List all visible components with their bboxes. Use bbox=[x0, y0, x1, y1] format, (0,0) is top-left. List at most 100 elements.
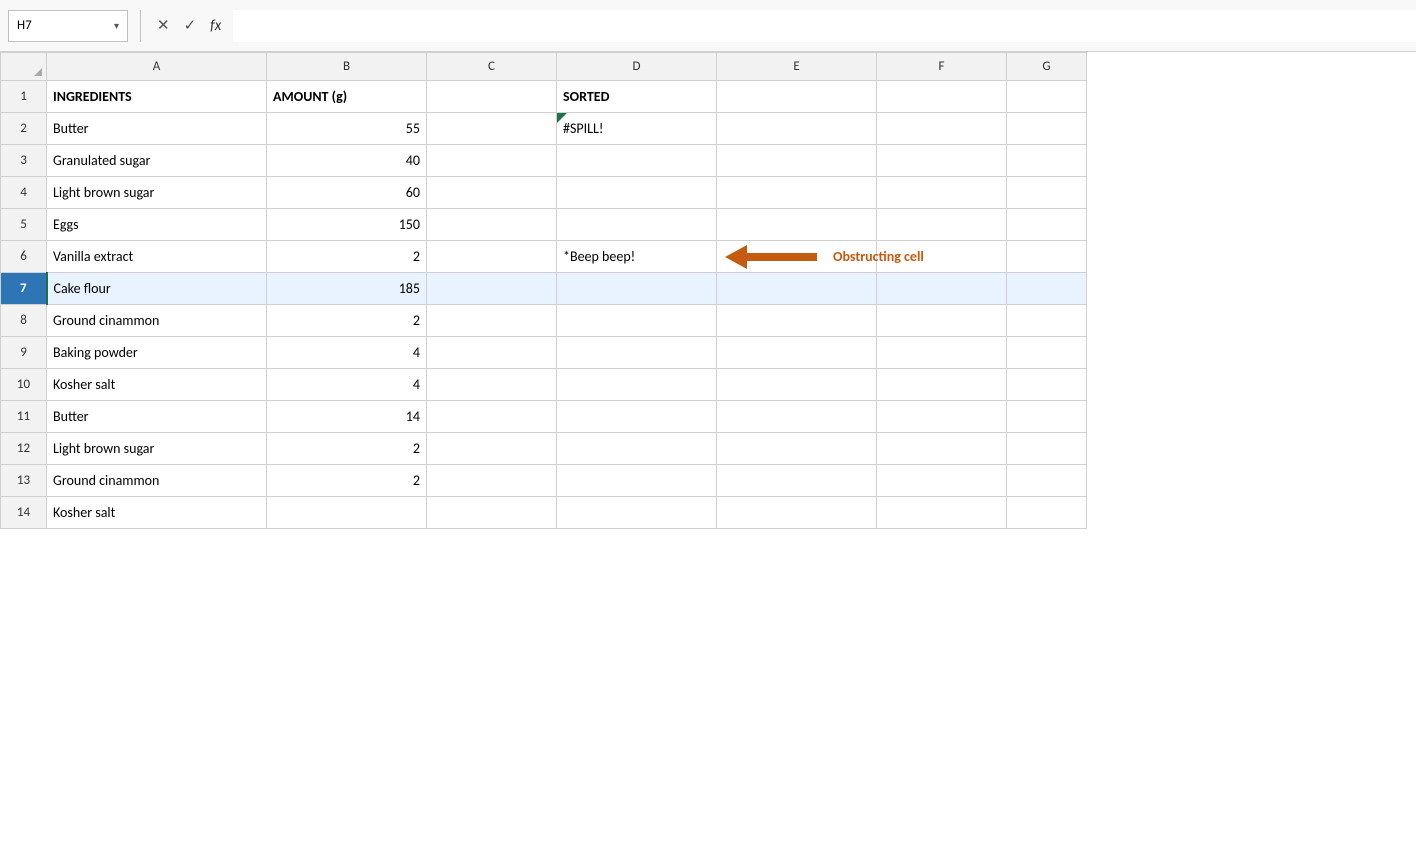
row-header-9[interactable]: 9 bbox=[1, 337, 47, 369]
row-header-12[interactable]: 12 bbox=[1, 433, 47, 465]
cell-10-A[interactable]: Kosher salt bbox=[47, 369, 267, 401]
cell-9-D[interactable] bbox=[557, 337, 717, 369]
cell-1-C[interactable] bbox=[427, 81, 557, 113]
cell-5-B[interactable]: 150 bbox=[267, 209, 427, 241]
cell-7-A[interactable]: Cake flour bbox=[47, 273, 267, 305]
col-header-A[interactable]: A bbox=[47, 53, 267, 81]
cell-2-E[interactable] bbox=[717, 113, 877, 145]
col-header-G[interactable]: G bbox=[1007, 53, 1087, 81]
cell-1-B[interactable]: AMOUNT (g) bbox=[267, 81, 427, 113]
cell-13-D[interactable] bbox=[557, 465, 717, 497]
cell-12-C[interactable] bbox=[427, 433, 557, 465]
cell-3-F[interactable] bbox=[877, 145, 1007, 177]
cancel-icon[interactable]: ✕ bbox=[153, 14, 174, 37]
cell-1-A[interactable]: INGREDIENTS bbox=[47, 81, 267, 113]
cell-8-C[interactable] bbox=[427, 305, 557, 337]
cell-10-C[interactable] bbox=[427, 369, 557, 401]
cell-11-F[interactable] bbox=[877, 401, 1007, 433]
cell-14-E[interactable] bbox=[717, 497, 877, 529]
cell-5-F[interactable] bbox=[877, 209, 1007, 241]
cell-3-E[interactable] bbox=[717, 145, 877, 177]
cell-1-G[interactable] bbox=[1007, 81, 1087, 113]
cell-9-E[interactable] bbox=[717, 337, 877, 369]
cell-4-C[interactable] bbox=[427, 177, 557, 209]
cell-3-A[interactable]: Granulated sugar bbox=[47, 145, 267, 177]
row-header-3[interactable]: 3 bbox=[1, 145, 47, 177]
cell-11-G[interactable] bbox=[1007, 401, 1087, 433]
cell-10-G[interactable] bbox=[1007, 369, 1087, 401]
row-header-10[interactable]: 10 bbox=[1, 369, 47, 401]
cell-7-F[interactable] bbox=[877, 273, 1007, 305]
row-header-8[interactable]: 8 bbox=[1, 305, 47, 337]
col-header-D[interactable]: D bbox=[557, 53, 717, 81]
cell-14-C[interactable] bbox=[427, 497, 557, 529]
cell-2-G[interactable] bbox=[1007, 113, 1087, 145]
cell-5-A[interactable]: Eggs bbox=[47, 209, 267, 241]
cell-13-G[interactable] bbox=[1007, 465, 1087, 497]
cell-6-B[interactable]: 2 bbox=[267, 241, 427, 273]
cell-4-G[interactable] bbox=[1007, 177, 1087, 209]
col-header-F[interactable]: F bbox=[877, 53, 1007, 81]
row-header-7[interactable]: 7 bbox=[1, 273, 47, 305]
cell-5-D[interactable] bbox=[557, 209, 717, 241]
cell-9-C[interactable] bbox=[427, 337, 557, 369]
cell-3-C[interactable] bbox=[427, 145, 557, 177]
cell-7-B[interactable]: 185 bbox=[267, 273, 427, 305]
cell-8-E[interactable] bbox=[717, 305, 877, 337]
cell-14-A[interactable]: Kosher salt bbox=[47, 497, 267, 529]
cell-12-F[interactable] bbox=[877, 433, 1007, 465]
cell-2-C[interactable] bbox=[427, 113, 557, 145]
cell-9-G[interactable] bbox=[1007, 337, 1087, 369]
row-header-1[interactable]: 1 bbox=[1, 81, 47, 113]
cell-5-C[interactable] bbox=[427, 209, 557, 241]
cell-4-F[interactable] bbox=[877, 177, 1007, 209]
cell-11-A[interactable]: Butter bbox=[47, 401, 267, 433]
row-header-2[interactable]: 2 bbox=[1, 113, 47, 145]
cell-8-D[interactable] bbox=[557, 305, 717, 337]
cell-8-B[interactable]: 2 bbox=[267, 305, 427, 337]
row-header-14[interactable]: 14 bbox=[1, 497, 47, 529]
cell-12-E[interactable] bbox=[717, 433, 877, 465]
cell-13-B[interactable]: 2 bbox=[267, 465, 427, 497]
cell-4-B[interactable]: 60 bbox=[267, 177, 427, 209]
cell-6-D[interactable]: *Beep beep!Obstructing cell bbox=[557, 241, 717, 273]
cell-14-G[interactable] bbox=[1007, 497, 1087, 529]
cell-5-E[interactable] bbox=[717, 209, 877, 241]
cell-10-F[interactable] bbox=[877, 369, 1007, 401]
cell-10-E[interactable] bbox=[717, 369, 877, 401]
cell-10-D[interactable] bbox=[557, 369, 717, 401]
cell-9-A[interactable]: Baking powder bbox=[47, 337, 267, 369]
cell-11-D[interactable] bbox=[557, 401, 717, 433]
col-header-C[interactable]: C bbox=[427, 53, 557, 81]
cell-1-F[interactable] bbox=[877, 81, 1007, 113]
cell-7-G[interactable] bbox=[1007, 273, 1087, 305]
cell-12-D[interactable] bbox=[557, 433, 717, 465]
cell-4-E[interactable] bbox=[717, 177, 877, 209]
cell-8-G[interactable] bbox=[1007, 305, 1087, 337]
cell-3-G[interactable] bbox=[1007, 145, 1087, 177]
cell-3-D[interactable] bbox=[557, 145, 717, 177]
col-header-B[interactable]: B bbox=[267, 53, 427, 81]
cell-7-D[interactable] bbox=[557, 273, 717, 305]
cell-6-C[interactable] bbox=[427, 241, 557, 273]
cell-13-A[interactable]: Ground cinammon bbox=[47, 465, 267, 497]
row-header-5[interactable]: 5 bbox=[1, 209, 47, 241]
cell-2-D[interactable]: #SPILL! bbox=[557, 113, 717, 145]
cell-14-B[interactable] bbox=[267, 497, 427, 529]
cell-11-C[interactable] bbox=[427, 401, 557, 433]
cell-12-B[interactable]: 2 bbox=[267, 433, 427, 465]
cell-11-E[interactable] bbox=[717, 401, 877, 433]
cell-1-E[interactable] bbox=[717, 81, 877, 113]
cell-9-B[interactable]: 4 bbox=[267, 337, 427, 369]
cell-13-F[interactable] bbox=[877, 465, 1007, 497]
cell-5-G[interactable] bbox=[1007, 209, 1087, 241]
cell-14-F[interactable] bbox=[877, 497, 1007, 529]
cell-10-B[interactable]: 4 bbox=[267, 369, 427, 401]
col-header-E[interactable]: E bbox=[717, 53, 877, 81]
cell-4-A[interactable]: Light brown sugar bbox=[47, 177, 267, 209]
cell-12-A[interactable]: Light brown sugar bbox=[47, 433, 267, 465]
confirm-icon[interactable]: ✓ bbox=[180, 14, 201, 37]
cell-4-D[interactable] bbox=[557, 177, 717, 209]
cell-9-F[interactable] bbox=[877, 337, 1007, 369]
cell-2-F[interactable] bbox=[877, 113, 1007, 145]
